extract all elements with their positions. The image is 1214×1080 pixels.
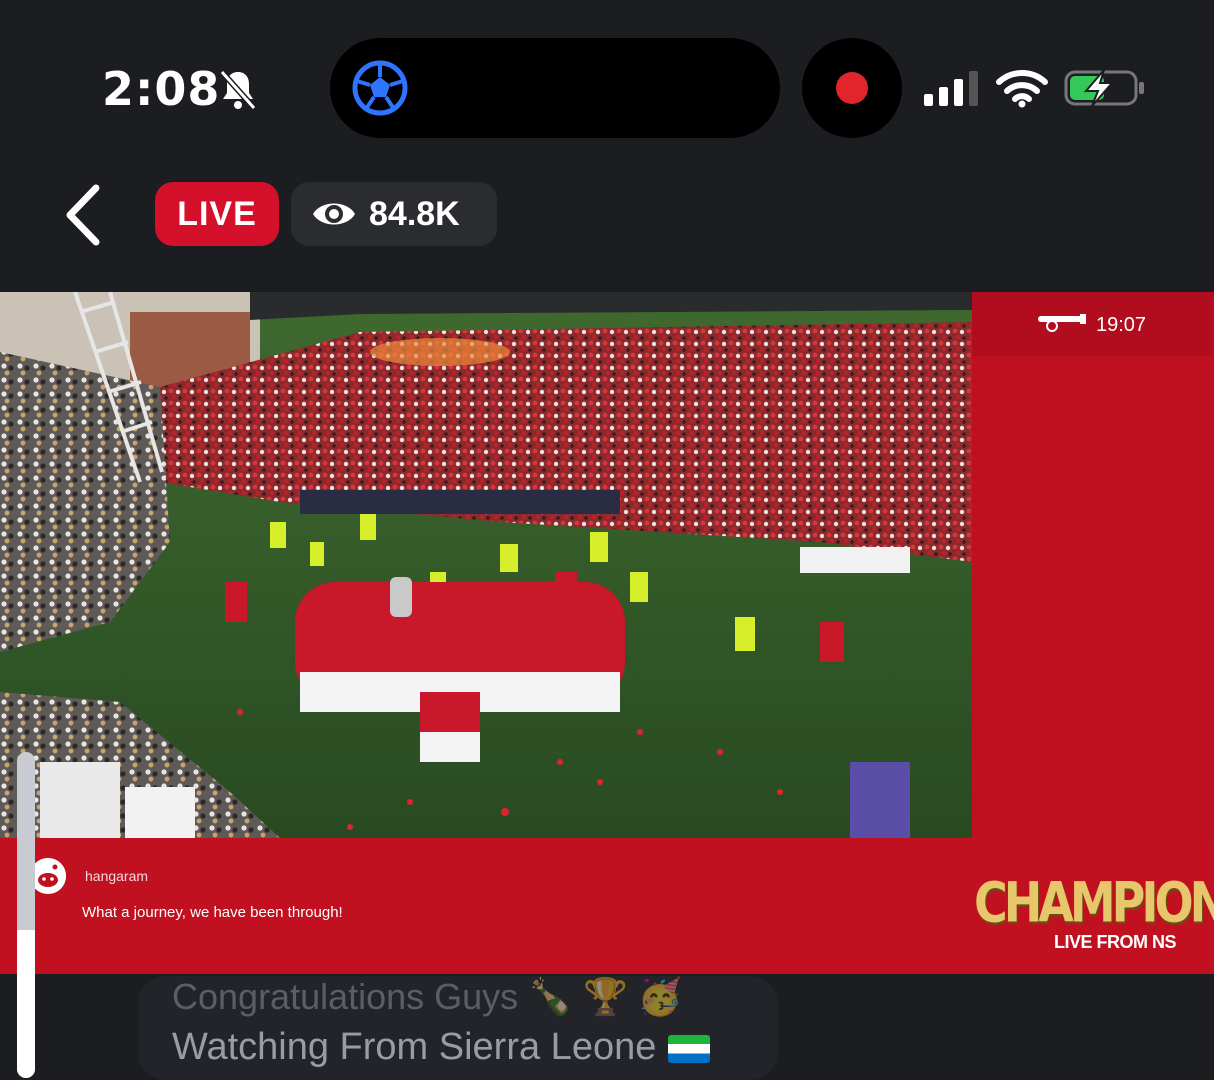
chat-line1-text: Congratulations Guys [172,976,519,1017]
chat-message-line2: Watching From Sierra Leone [172,1026,711,1069]
back-button[interactable] [56,182,116,248]
chevron-left-icon [66,184,100,246]
wifi-icon [996,68,1048,113]
video-player[interactable]: 19:07 hangaram What a journey, we have b… [0,292,1214,974]
clock: 2:08 [102,62,221,116]
emoji-icon: 🍾 🏆 🥳 [528,976,683,1017]
status-bar: 2:08 [0,0,1214,160]
battery-charging-icon [1064,68,1148,113]
avatar [30,858,66,894]
champions-overlay: CHAMPIONS LIVE FROM NS [974,870,1214,953]
stream-clock-header: 19:07 [972,292,1214,356]
sierra-leone-flag-icon [668,1034,711,1063]
bell-slash-icon [218,68,258,117]
eye-icon [311,196,357,237]
stadium-scene [0,292,972,838]
champions-title: CHAMPIONS [974,870,1214,935]
comment-text: What a journey, we have been through! [82,904,343,921]
chat-message-line1: Congratulations Guys 🍾 🏆 🥳 [172,976,683,1018]
cannon-icon [1036,312,1088,337]
chat-line2-text: Watching From Sierra Leone [172,1026,657,1068]
viewer-count-badge: 84.8K [291,182,497,246]
champions-subtitle: LIVE FROM NS [1054,932,1177,952]
signal-icon [924,70,982,113]
viewer-count: 84.8K [369,195,460,233]
dynamic-island[interactable] [330,38,780,138]
live-badge: LIVE [155,182,279,246]
match-clock: 19:07 [1096,314,1147,336]
record-icon [836,72,868,104]
comment-username: hangaram [85,868,149,884]
recording-indicator[interactable] [802,38,902,138]
volume-slider-fill [17,930,35,1078]
reddit-icon [30,858,66,894]
stream-comment-bar: hangaram What a journey, we have been th… [0,838,1214,974]
football-icon [352,60,408,121]
